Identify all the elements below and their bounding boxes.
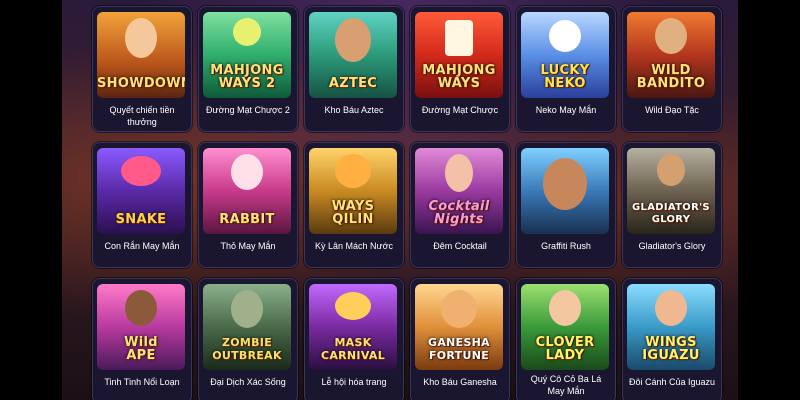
game-label: Đại Dịch Xác Sống	[210, 377, 286, 387]
game-card-mahjong-ways[interactable]: MAHJONG WAYS Đường Mạt Chược	[410, 6, 510, 132]
game-card-ways-qilin[interactable]: WAYS QILIN Kỳ Lân Mách Nước	[304, 142, 404, 268]
game-card-wild-bandito[interactable]: WILD BANDITO Wild Đạo Tặc	[622, 6, 722, 132]
game-card-wild-ape[interactable]: Wild APE Tinh Tinh Nổi Loạn	[92, 278, 192, 400]
gladiator-icon	[657, 154, 685, 186]
mask-icon	[335, 292, 371, 320]
game-thumbnail: AZTEC	[309, 12, 397, 98]
mahjong-tile-icon	[445, 20, 473, 56]
clover-lady-icon	[549, 290, 581, 326]
game-label: Thỏ May Mắn	[220, 241, 276, 251]
game-label: Kỳ Lân Mách Nước	[315, 241, 393, 251]
game-label: Đôi Cánh Của Iguazu	[628, 377, 716, 387]
game-thumbnail: Wild APE	[97, 284, 185, 370]
game-thumbnail: MAHJONG WAYS	[415, 12, 503, 98]
game-card-zombie-outbreak[interactable]: ZOMBIE OUTBREAK Đại Dịch Xác Sống	[198, 278, 298, 400]
art-title: Cocktail Nights	[428, 199, 490, 227]
game-thumbnail	[521, 148, 609, 234]
game-thumbnail: WAYS QILIN	[309, 148, 397, 234]
game-card-mahjong-ways-2[interactable]: MAHJONG WAYS 2 Đường Mạt Chược 2	[198, 6, 298, 132]
game-card-fortune-rabbit[interactable]: RABBIT Thỏ May Mắn	[198, 142, 298, 268]
game-card-wings-iguazu[interactable]: WINGS IGUAZU Đôi Cánh Của Iguazu	[622, 278, 722, 400]
game-thumbnail: MASK CARNIVAL	[309, 284, 397, 370]
game-card-showdown[interactable]: SHOWDOWN Quyết chiến tiền thưởng	[92, 6, 192, 132]
game-label: Quý Cô Cỏ Ba Lá May Mắn	[530, 374, 602, 396]
cowgirl-icon	[125, 18, 157, 58]
ganesha-icon	[441, 290, 477, 328]
game-thumbnail: MAHJONG WAYS 2	[203, 12, 291, 98]
game-thumbnail: GLADIATOR'S GLORY	[627, 148, 715, 234]
art-title: MASK CARNIVAL	[320, 336, 386, 362]
game-label: Đường Mạt Chược	[421, 105, 499, 115]
game-thumbnail: SHOWDOWN	[97, 12, 185, 98]
game-label: Gladiator's Glory	[638, 241, 706, 251]
game-thumbnail: ZOMBIE OUTBREAK	[203, 284, 291, 370]
game-thumbnail: LUCKY NEKO	[521, 12, 609, 98]
game-card-lucky-neko[interactable]: LUCKY NEKO Neko May Mắn	[516, 6, 616, 132]
game-label: Wild Đạo Tặc	[645, 105, 699, 115]
game-card-ganesha-fortune[interactable]: GANESHA FORTUNE Kho Báu Ganesha	[410, 278, 510, 400]
boy-icon	[543, 158, 587, 210]
art-title: WILD BANDITO	[636, 63, 706, 91]
game-card-gladiators-glory[interactable]: GLADIATOR'S GLORY Gladiator's Glory	[622, 142, 722, 268]
game-card-clover-lady[interactable]: CLOVER LADY Quý Cô Cỏ Ba Lá May Mắn	[516, 278, 616, 400]
game-grid: SHOWDOWN Quyết chiến tiền thưởng MAHJONG…	[92, 6, 724, 400]
game-label: Kho Báu Aztec	[324, 105, 384, 115]
ape-icon	[125, 290, 157, 326]
snake-icon	[121, 156, 161, 186]
art-title: MAHJONG WAYS 2	[210, 63, 284, 91]
game-thumbnail: Cocktail Nights	[415, 148, 503, 234]
game-card-lucky-snake[interactable]: SNAKE Con Rắn May Mắn	[92, 142, 192, 268]
game-label: Đường Mạt Chược 2	[206, 105, 290, 115]
dragon-icon	[233, 18, 261, 46]
art-title: LUCKY NEKO	[540, 63, 590, 91]
game-label: Quyết chiến tiền thưởng	[109, 105, 175, 127]
rabbit-icon	[231, 154, 263, 190]
game-thumbnail: WINGS IGUAZU	[627, 284, 715, 370]
art-title: SHOWDOWN	[97, 76, 185, 91]
art-title: RABBIT	[219, 212, 275, 227]
game-label: Lễ hội hóa trang	[321, 377, 387, 387]
art-title: Wild APE	[124, 335, 158, 363]
game-card-graffiti-rush[interactable]: Graffiti Rush	[516, 142, 616, 268]
game-thumbnail: CLOVER LADY	[521, 284, 609, 370]
game-label: Neko May Mắn	[535, 105, 597, 115]
game-card-mask-carnival[interactable]: MASK CARNIVAL Lễ hội hóa trang	[304, 278, 404, 400]
casino-background: SHOWDOWN Quyết chiến tiền thưởng MAHJONG…	[62, 0, 738, 400]
aztec-warrior-icon	[335, 18, 371, 62]
game-thumbnail: WILD BANDITO	[627, 12, 715, 98]
game-label: Đêm Cocktail	[433, 241, 487, 251]
art-title: SNAKE	[115, 212, 167, 227]
game-label: Graffiti Rush	[541, 241, 591, 251]
lady-icon	[445, 154, 473, 192]
game-card-cocktail-nights[interactable]: Cocktail Nights Đêm Cocktail	[410, 142, 510, 268]
zombie-icon	[231, 290, 263, 328]
art-title: GLADIATOR'S GLORY	[632, 202, 710, 225]
game-thumbnail: GANESHA FORTUNE	[415, 284, 503, 370]
game-thumbnail: SNAKE	[97, 148, 185, 234]
game-thumbnail: RABBIT	[203, 148, 291, 234]
art-title: WAYS QILIN	[331, 199, 375, 227]
game-label: Tinh Tinh Nổi Loạn	[104, 377, 180, 387]
art-title: MAHJONG WAYS	[422, 63, 496, 91]
game-label: Con Rắn May Mắn	[104, 241, 180, 251]
qilin-icon	[335, 154, 371, 188]
game-label: Kho Báu Ganesha	[423, 377, 497, 387]
art-title: WINGS IGUAZU	[642, 335, 700, 363]
art-title: CLOVER LADY	[535, 335, 595, 363]
art-title: GANESHA FORTUNE	[427, 336, 490, 362]
lucky-cat-icon	[549, 20, 581, 52]
art-title: ZOMBIE OUTBREAK	[212, 336, 282, 362]
bandit-icon	[655, 18, 687, 54]
art-title: AZTEC	[328, 76, 378, 91]
parrot-girl-icon	[655, 290, 687, 326]
game-card-aztec[interactable]: AZTEC Kho Báu Aztec	[304, 6, 404, 132]
